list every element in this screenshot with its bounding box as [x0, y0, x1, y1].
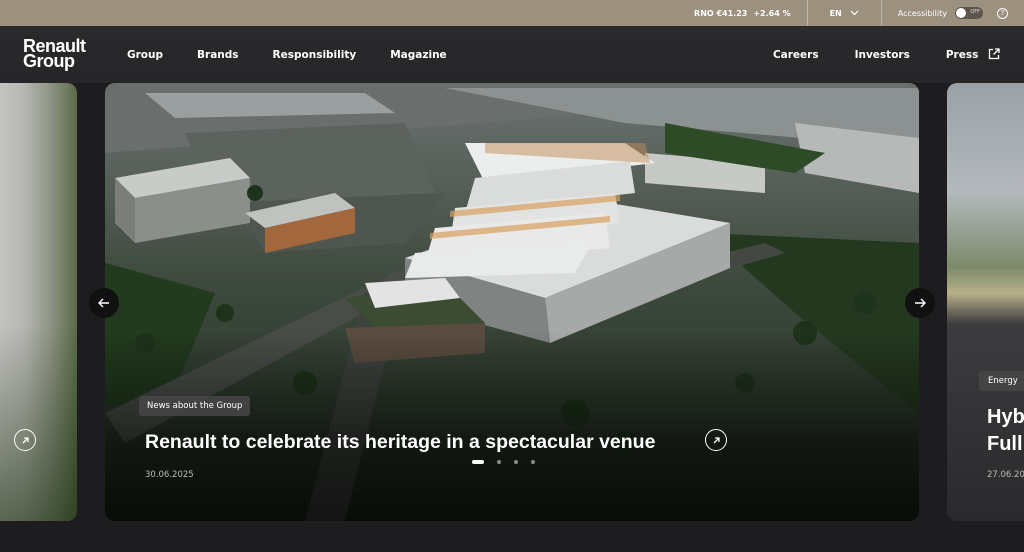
main-navbar: Renault Group Group Brands Responsibilit…: [0, 26, 1024, 83]
pagination-dot-1[interactable]: [472, 460, 484, 464]
nav-brands[interactable]: Brands: [197, 49, 239, 61]
article-headline-line2[interactable]: Full: [987, 432, 1023, 457]
nav-investors[interactable]: Investors: [855, 49, 910, 61]
nav-press[interactable]: Press: [946, 48, 1000, 61]
carousel-card-previous[interactable]: [0, 83, 77, 521]
toggle-state: OFF: [970, 9, 980, 15]
category-tag[interactable]: News about the Group: [139, 396, 251, 416]
accessibility-control: Accessibility OFF ?: [882, 0, 1008, 26]
arrow-left-icon: [98, 298, 109, 308]
carousel-card-main[interactable]: News about the Group Renault to celebrat…: [105, 83, 919, 521]
utility-bar: RNO €41.23 +2.64 % EN Accessibility OFF …: [0, 0, 1024, 26]
language-selector[interactable]: EN: [808, 0, 881, 26]
external-link-icon: [988, 48, 1000, 60]
carousel-next-button[interactable]: [905, 288, 935, 318]
stock-ticker: RNO €41.23 +2.64 %: [678, 0, 807, 26]
arrow-right-icon: [915, 298, 926, 308]
arrow-up-right-icon[interactable]: [705, 429, 727, 451]
stock-price: RNO €41.23: [694, 8, 748, 18]
category-tag[interactable]: Energy: [979, 371, 1024, 391]
article-date: 27.06.20: [987, 470, 1024, 480]
logo-line2: Group: [23, 51, 75, 71]
help-icon[interactable]: ?: [997, 7, 1008, 19]
pagination-dot-3[interactable]: [514, 460, 518, 464]
article-headline-line1[interactable]: Hyb: [987, 405, 1024, 430]
news-carousel: News about the Group Renault to celebrat…: [0, 83, 1024, 552]
renault-group-logo[interactable]: Renault Group: [23, 37, 86, 71]
toggle-knob: [956, 8, 966, 18]
language-label: EN: [829, 8, 842, 18]
arrow-up-right-icon[interactable]: [14, 429, 36, 451]
pagination-dot-4[interactable]: [531, 460, 535, 464]
image-gradient-overlay: [105, 331, 919, 521]
accessibility-label: Accessibility: [897, 8, 947, 18]
nav-careers[interactable]: Careers: [773, 49, 819, 61]
carousel-pagination: [472, 460, 535, 464]
article-headline[interactable]: Renault to celebrate its heritage in a s…: [145, 431, 655, 454]
pagination-dot-2[interactable]: [497, 460, 501, 464]
nav-group[interactable]: Group: [127, 49, 163, 61]
chevron-down-icon: [850, 10, 859, 16]
carousel-card-next[interactable]: Energy Hyb Full 27.06.20: [947, 83, 1024, 521]
stock-change: +2.64 %: [753, 8, 791, 18]
primary-nav: Group Brands Responsibility Magazine: [127, 26, 481, 83]
nav-responsibility[interactable]: Responsibility: [273, 49, 357, 61]
secondary-nav: Careers Investors Press: [737, 26, 1000, 83]
nav-press-label: Press: [945, 49, 979, 61]
nav-magazine[interactable]: Magazine: [390, 49, 446, 61]
carousel-prev-button[interactable]: [89, 288, 119, 318]
accessibility-toggle[interactable]: OFF: [955, 7, 983, 19]
article-date: 30.06.2025: [145, 470, 194, 480]
card-image: [0, 83, 77, 521]
